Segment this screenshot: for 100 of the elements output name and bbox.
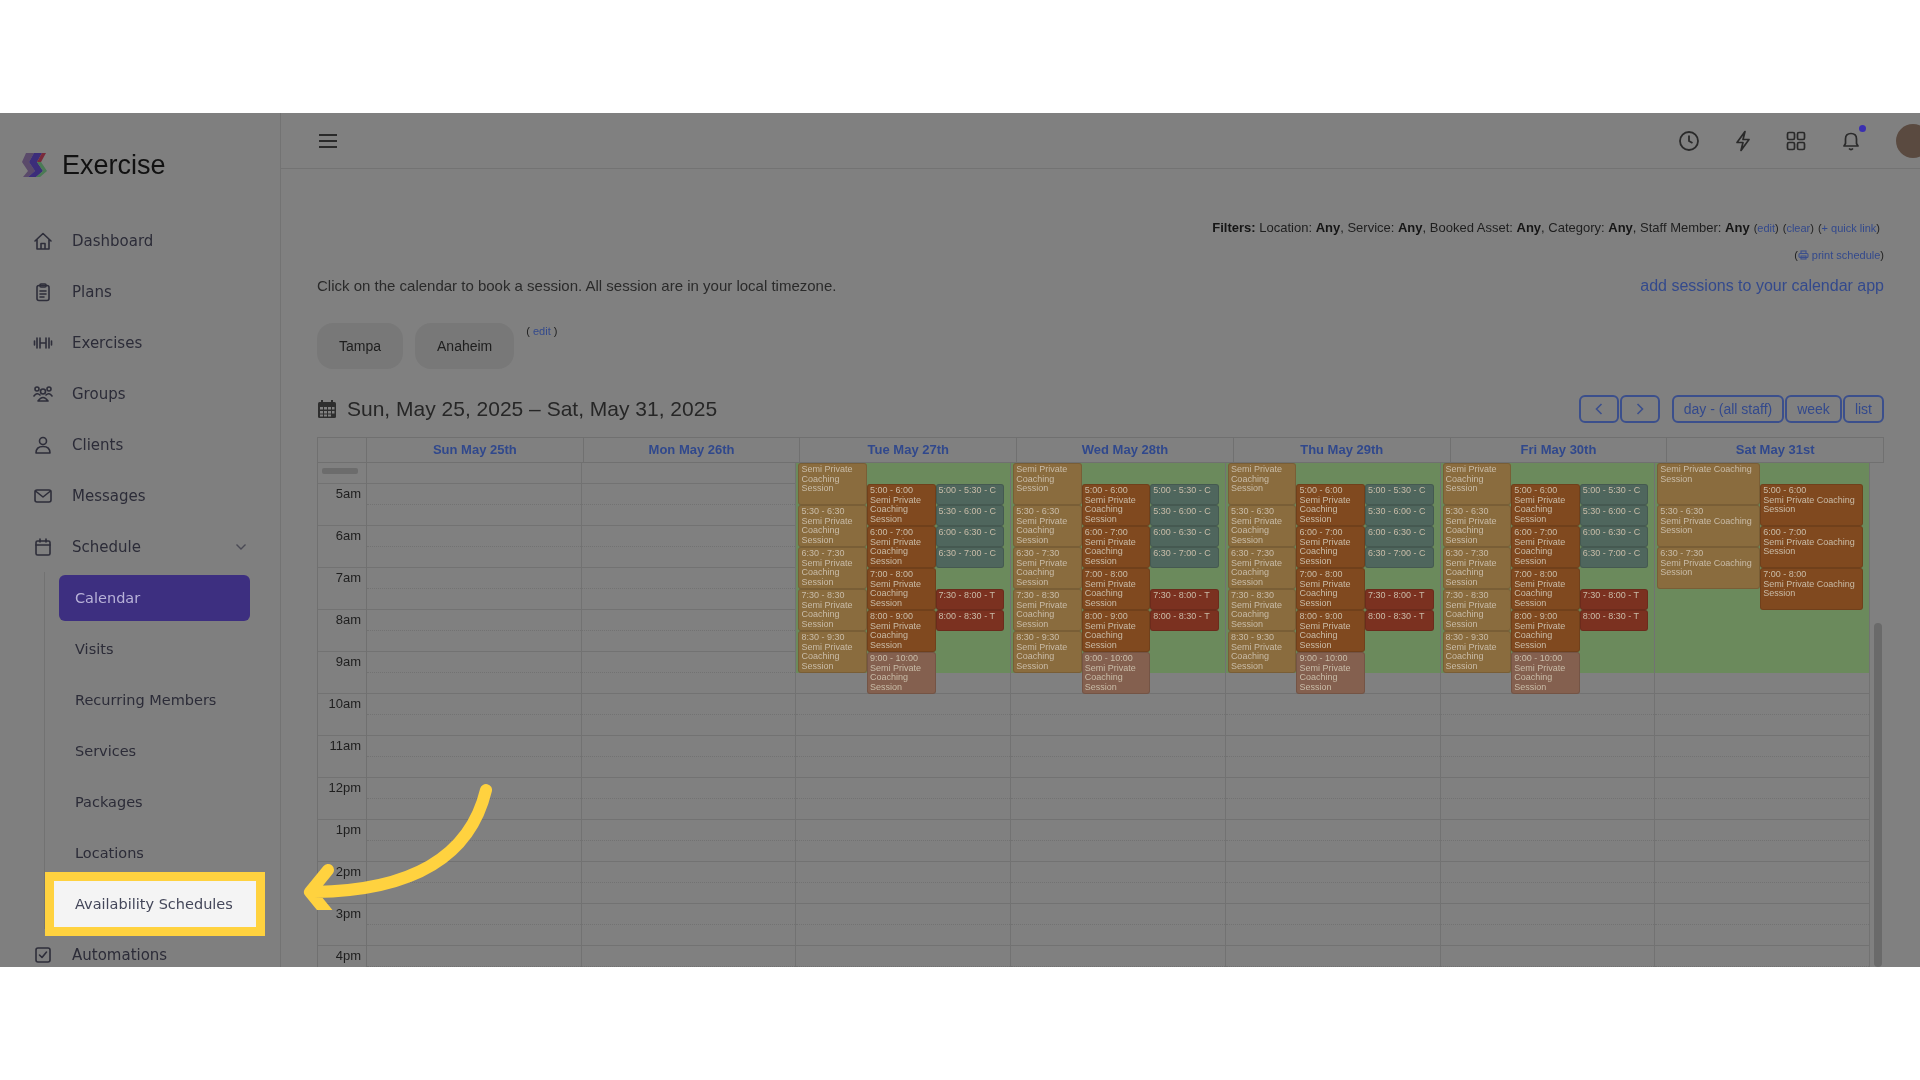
nav-subitem[interactable]: Calendar [59,575,250,621]
view-button[interactable]: day - (all staff) [1671,395,1785,423]
session-event[interactable]: 8:00 - 8:30 - T [1150,610,1219,631]
nav-subitem[interactable]: Recurring Members [59,677,250,723]
session-event[interactable]: 5:00 - 5:30 - C [1365,484,1434,505]
day-column[interactable] [1655,463,1871,967]
session-event[interactable]: 6:00 - 7:00 Semi Private Coaching Session [1511,526,1580,568]
session-event[interactable]: 6:30 - 7:30 Semi Private Coaching Session [798,547,867,589]
session-event[interactable]: 6:30 - 7:00 - C [1150,547,1219,568]
session-event[interactable]: Semi Private Coaching Session [1657,463,1761,505]
session-event[interactable]: 5:30 - 6:00 - C [1365,505,1434,526]
session-event[interactable]: 8:00 - 9:00 Semi Private Coaching Session [867,610,936,652]
session-event[interactable]: 6:00 - 7:00 Semi Private Coaching Session [867,526,936,568]
session-event[interactable]: 6:00 - 6:30 - C [1150,526,1219,547]
session-event[interactable]: 6:00 - 6:30 - C [1365,526,1434,547]
session-event[interactable]: 9:00 - 10:00 Semi Private Coaching Session [1081,652,1151,694]
print-link[interactable]: print schedule [1797,249,1881,261]
filter-link[interactable]: clear [1786,222,1811,234]
session-event[interactable]: 5:00 - 6:00 Semi Private Coaching Session [1296,484,1366,526]
session-event[interactable]: 7:30 - 8:30 Semi Private Coaching Session [1013,589,1082,631]
day-column[interactable] [796,463,1012,967]
nav-item[interactable]: Messages [0,470,247,521]
scrollbar[interactable] [1874,623,1882,967]
session-event[interactable]: 6:30 - 7:30 Semi Private Coaching Session [1013,547,1082,589]
session-event[interactable]: Semi Private Coaching Session [798,463,867,505]
lightning-icon[interactable] [1734,129,1752,152]
session-event[interactable]: Semi Private Coaching Session [1442,463,1512,505]
filter-link[interactable]: + quick link [1821,222,1877,234]
session-event[interactable]: 8:00 - 9:00 Semi Private Coaching Session [1511,610,1580,652]
session-event[interactable]: 6:00 - 6:30 - C [935,526,1005,547]
session-event[interactable]: 8:00 - 8:30 - T [935,610,1005,631]
avatar[interactable] [1896,123,1920,158]
nav-item[interactable]: Plans [0,266,247,317]
session-event[interactable]: 5:00 - 5:30 - C [1579,484,1649,505]
session-event[interactable]: 6:00 - 7:00 Semi Private Coaching Session [1296,526,1366,568]
session-event[interactable]: 5:30 - 6:30 Semi Private Coaching Session [1657,505,1761,547]
edit-link[interactable]: edit [532,325,551,337]
session-event[interactable]: 6:30 - 7:30 Semi Private Coaching Session [1227,547,1297,589]
calendar-app-link[interactable]: add sessions to your calendar app [1640,277,1884,295]
grid-icon[interactable] [1786,130,1806,151]
menu-icon[interactable] [318,132,338,149]
session-event[interactable]: 5:00 - 6:00 Semi Private Coaching Session [1511,484,1580,526]
session-event[interactable]: 5:30 - 6:30 Semi Private Coaching Session [1013,505,1082,547]
session-event[interactable]: 7:30 - 8:00 - T [1579,589,1649,610]
session-event[interactable]: 5:00 - 5:30 - C [935,484,1005,505]
location-button[interactable]: Anaheim [415,323,515,369]
session-event[interactable]: 5:30 - 6:00 - C [935,505,1005,526]
day-column[interactable] [1011,463,1226,967]
session-event[interactable]: 8:00 - 9:00 Semi Private Coaching Session [1081,610,1151,652]
session-event[interactable]: 9:00 - 10:00 Semi Private Coaching Session [1511,652,1580,694]
session-event[interactable]: 5:00 - 6:00 Semi Private Coaching Session [867,484,936,526]
session-event[interactable]: 8:00 - 8:30 - T [1365,610,1434,631]
session-event[interactable]: 6:30 - 7:00 - C [1579,547,1649,568]
session-event[interactable]: 7:00 - 8:00 Semi Private Coaching Session [1760,568,1864,610]
session-event[interactable]: 7:00 - 8:00 Semi Private Coaching Session [867,568,936,610]
session-event[interactable]: 9:00 - 10:00 Semi Private Coaching Session [1296,652,1366,694]
session-event[interactable]: 5:00 - 5:30 - C [1150,484,1219,505]
session-event[interactable]: 5:00 - 6:00 Semi Private Coaching Session [1760,484,1864,526]
nav-subitem[interactable]: Visits [59,626,250,672]
session-event[interactable]: 6:00 - 6:30 - C [1579,526,1649,547]
nav-item[interactable]: Exercises [0,317,247,368]
session-event[interactable]: 7:30 - 8:00 - T [935,589,1005,610]
session-event[interactable]: 7:30 - 8:30 Semi Private Coaching Session [1442,589,1512,631]
nav-item[interactable]: Clients [0,419,247,470]
session-event[interactable]: 6:30 - 7:30 Semi Private Coaching Session [1442,547,1512,589]
nav-subitem[interactable]: Packages [59,779,250,825]
session-event[interactable]: 5:30 - 6:30 Semi Private Coaching Session [1227,505,1297,547]
session-event[interactable]: 5:30 - 6:00 - C [1579,505,1649,526]
view-button[interactable]: list [1842,395,1884,423]
session-event[interactable]: 6:30 - 7:00 - C [935,547,1005,568]
session-event[interactable]: 5:30 - 6:00 - C [1150,505,1219,526]
nav-item[interactable]: Groups [0,368,247,419]
session-event[interactable]: 6:00 - 7:00 Semi Private Coaching Session [1760,526,1864,568]
clock-icon[interactable] [1678,129,1700,152]
session-event[interactable]: Semi Private Coaching Session [1013,463,1082,505]
session-event[interactable]: 8:00 - 9:00 Semi Private Coaching Session [1296,610,1366,652]
session-event[interactable]: 7:30 - 8:30 Semi Private Coaching Session [1227,589,1297,631]
day-column[interactable] [1440,463,1656,967]
session-event[interactable]: 7:00 - 8:00 Semi Private Coaching Session [1296,568,1366,610]
session-event[interactable]: 6:30 - 7:00 - C [1365,547,1434,568]
session-event[interactable]: 8:30 - 9:30 Semi Private Coaching Session [798,631,867,673]
session-event[interactable]: 6:30 - 7:30 Semi Private Coaching Session [1657,547,1761,589]
session-event[interactable]: Semi Private Coaching Session [1227,463,1297,505]
session-event[interactable]: 7:30 - 8:00 - T [1150,589,1219,610]
previous-button[interactable] [1578,395,1619,423]
next-button[interactable] [1619,395,1660,423]
session-event[interactable]: 5:30 - 6:30 Semi Private Coaching Session [1442,505,1512,547]
day-column[interactable] [1225,463,1441,967]
session-event[interactable]: 5:30 - 6:30 Semi Private Coaching Session [798,505,867,547]
nav-subitem[interactable]: Locations [59,830,250,876]
session-event[interactable]: 7:30 - 8:00 - T [1365,589,1434,610]
session-event[interactable]: 7:00 - 8:00 Semi Private Coaching Session [1511,568,1580,610]
session-event[interactable]: 7:30 - 8:30 Semi Private Coaching Session [798,589,867,631]
nav-item[interactable]: Dashboard [0,215,247,266]
session-event[interactable]: 7:00 - 8:00 Semi Private Coaching Session [1081,568,1151,610]
view-button[interactable]: week [1785,395,1842,423]
session-event[interactable]: 8:30 - 9:30 Semi Private Coaching Session [1442,631,1512,673]
nav-item[interactable]: Schedule [0,521,247,572]
session-event[interactable]: 9:00 - 10:00 Semi Private Coaching Session [867,652,936,694]
location-button[interactable]: Tampa [317,323,404,369]
